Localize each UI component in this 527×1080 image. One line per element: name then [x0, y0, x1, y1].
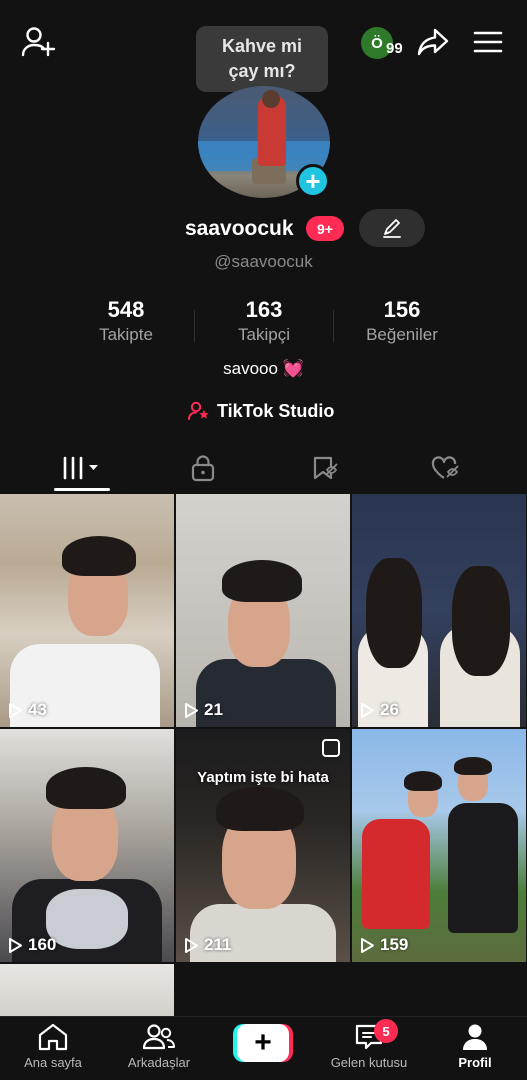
lock-icon: [190, 454, 216, 482]
video-caption: Yaptım işte bi hata: [197, 769, 329, 786]
tile-body: [448, 803, 518, 933]
play-icon: [9, 937, 22, 953]
tile-hair: [62, 536, 136, 576]
stat-label: Beğeniler: [366, 325, 438, 344]
nav-friends[interactable]: Arkadaşlar: [104, 1022, 214, 1078]
video-tile[interactable]: 26: [352, 494, 526, 727]
hamburger-menu-icon[interactable]: [472, 30, 504, 54]
studio-label: TikTok Studio: [217, 400, 335, 421]
tooltip-bubble[interactable]: Kahve mi çay mı?: [196, 26, 328, 92]
play-icon: [361, 937, 374, 953]
headphones: [46, 889, 128, 949]
nav-profile[interactable]: Profil: [420, 1022, 527, 1078]
nav-label: Ana sayfa: [24, 1055, 82, 1070]
play-icon: [361, 702, 374, 718]
view-count-value: 43: [28, 700, 47, 719]
avatar-head: [262, 90, 280, 108]
play-icon: [185, 702, 198, 718]
stat-value: 548: [107, 297, 145, 322]
tile-hair: [216, 787, 304, 831]
badge-count: 99: [386, 40, 403, 57]
stat-followers[interactable]: 163 Takipçi: [184, 297, 344, 345]
stat-likes[interactable]: 156 Beğeniler: [322, 297, 482, 345]
bio-emoji: 💓: [282, 359, 304, 378]
pencil-icon: [381, 217, 403, 239]
notification-badge[interactable]: 9+: [306, 216, 344, 241]
nav-inbox[interactable]: Gelen kutusu: [314, 1022, 424, 1078]
view-count: 211: [184, 935, 231, 955]
tile-hair: [366, 558, 422, 668]
edit-profile-button[interactable]: [359, 209, 425, 247]
friends-icon: [141, 1022, 177, 1052]
tile-hair: [222, 560, 302, 602]
profile-switch-badge[interactable]: Ö 99: [361, 27, 409, 61]
view-count: 159: [360, 935, 408, 955]
view-count: 26: [360, 700, 399, 720]
nav-label: Gelen kutusu: [330, 1055, 408, 1070]
add-story-button[interactable]: +: [296, 164, 330, 198]
stat-following[interactable]: 548 Takipte: [46, 297, 206, 345]
add-friend-icon[interactable]: [20, 26, 56, 58]
video-tile[interactable]: 21: [176, 494, 350, 727]
view-count-value: 21: [204, 700, 223, 719]
view-count-value: 211: [204, 935, 232, 954]
username: saavoocuk: [185, 217, 294, 240]
tile-hair: [46, 767, 126, 809]
saved-icon: [311, 454, 341, 482]
tile-body: [362, 819, 430, 929]
stat-value: 163: [245, 297, 283, 322]
tile-hair: [404, 771, 442, 791]
stat-label: Takipte: [99, 325, 153, 344]
profile-icon: [460, 1022, 490, 1052]
video-tile[interactable]: Yaptım işte bi hata 211: [176, 729, 350, 962]
video-tile[interactable]: 43: [0, 494, 174, 727]
play-icon: [185, 937, 198, 953]
tile-hair: [452, 566, 510, 676]
home-icon: [36, 1022, 70, 1052]
videos-grid-icon: [61, 455, 103, 481]
video-tile[interactable]: [0, 964, 174, 1016]
nav-label: Profil: [458, 1055, 492, 1070]
view-count-value: 160: [28, 935, 57, 954]
inbox-badge: 5: [374, 1019, 398, 1043]
tab-liked[interactable]: [380, 448, 512, 488]
tile-hair: [454, 757, 492, 775]
studio-person-icon: [188, 401, 210, 421]
nav-label: Arkadaşlar: [127, 1055, 191, 1070]
plus-icon: +: [237, 1024, 289, 1062]
nav-home[interactable]: Ana sayfa: [0, 1022, 108, 1078]
view-count-value: 159: [380, 935, 409, 954]
user-handle: @saavoocuk: [214, 252, 313, 271]
tab-videos[interactable]: [16, 448, 148, 488]
tab-saved[interactable]: [260, 448, 392, 488]
view-count: 21: [184, 700, 223, 720]
share-arrow-icon[interactable]: [416, 27, 450, 57]
play-icon: [9, 702, 22, 718]
view-count-value: 26: [380, 700, 399, 719]
video-tile[interactable]: 160: [0, 729, 174, 962]
stat-label: Takipçi: [238, 325, 290, 344]
active-tab-indicator: [54, 488, 110, 491]
create-button[interactable]: +: [233, 1024, 293, 1062]
bio: savooo 💓: [0, 359, 527, 379]
tiktok-studio-link[interactable]: TikTok Studio: [188, 399, 334, 423]
stat-value: 156: [383, 297, 421, 322]
liked-hidden-icon: [430, 454, 462, 482]
view-count: 160: [8, 935, 56, 955]
view-count: 43: [8, 700, 47, 720]
video-tile[interactable]: 159: [352, 729, 526, 962]
multi-clip-icon: [322, 739, 340, 757]
bio-text: savooo: [223, 359, 278, 378]
tab-private[interactable]: [137, 448, 269, 488]
